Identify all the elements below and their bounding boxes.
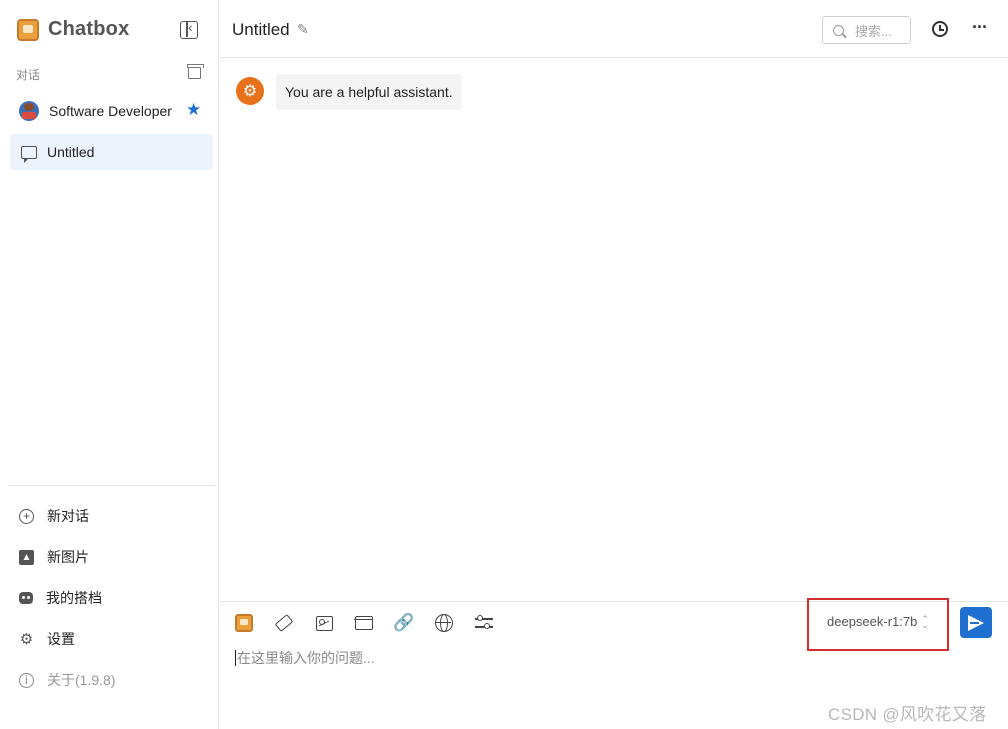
chat-bubble-icon [21, 145, 37, 163]
edit-title-icon[interactable]: ✎ [297, 21, 309, 38]
attach-link-button[interactable]: 🔗 [393, 613, 415, 633]
gear-icon: ⚙ [19, 630, 34, 648]
brand: Chatbox [17, 18, 129, 41]
app-name: Chatbox [48, 18, 130, 40]
search-input[interactable]: 搜索... [822, 16, 911, 44]
menu-label: 设置 [47, 631, 75, 647]
folder-icon [354, 616, 373, 630]
robot-icon [19, 592, 33, 604]
message-input-placeholder: 在这里输入你的问题... [237, 650, 375, 666]
chat-title: Untitled [232, 20, 290, 39]
chat-settings-button[interactable] [474, 613, 494, 633]
archive-icon[interactable] [187, 64, 204, 79]
menu-label: 新对话 [47, 508, 89, 524]
text-caret [235, 650, 236, 666]
image-plus-icon: ▲ [19, 549, 34, 565]
sidebar: Chatbox 对话 Software Developer ★ Untitled… [0, 0, 219, 729]
new-image-button[interactable]: ▲ 新图片 [19, 547, 89, 567]
system-message: You are a helpful assistant. [276, 74, 462, 110]
clear-context-button[interactable] [274, 613, 294, 633]
image-icon [315, 615, 333, 631]
eraser-icon [274, 614, 294, 632]
about-button[interactable]: i 关于(1.9.8) [19, 670, 115, 690]
settings-button[interactable]: ⚙ 设置 [19, 629, 75, 649]
attach-image-button[interactable] [314, 613, 334, 633]
my-copilots-button[interactable]: 我的搭档 [19, 588, 102, 608]
more-options-icon[interactable]: ··· [972, 17, 988, 38]
menu-label: 新图片 [47, 549, 89, 565]
web-browsing-button[interactable] [434, 613, 454, 633]
history-icon[interactable] [932, 21, 948, 37]
conversation-label: Software Developer [49, 103, 172, 119]
send-button[interactable] [960, 607, 992, 638]
attach-file-button[interactable] [354, 613, 374, 633]
settings-sliders-icon [475, 615, 493, 631]
menu-label: 关于(1.9.8) [47, 672, 116, 688]
conversations-section-label: 对话 [16, 68, 41, 82]
sidebar-divider [8, 485, 215, 486]
info-icon: i [19, 672, 34, 688]
search-icon [833, 24, 844, 36]
chatbox-logo-icon [17, 18, 39, 41]
chevron-updown-icon: ⌃ ⌄ [921, 613, 929, 630]
system-avatar-gear-icon: ⚙ [236, 77, 264, 105]
model-name: deepseek-r1:7b [827, 614, 918, 629]
conversation-label: Untitled [47, 144, 95, 160]
conversation-item-untitled[interactable]: Untitled [10, 134, 213, 170]
watermark: CSDN @风吹花又落 [828, 705, 987, 724]
collapse-sidebar-icon[interactable] [180, 19, 198, 39]
send-icon [968, 614, 984, 631]
model-selector[interactable]: deepseek-r1:7b ⌃ ⌄ [827, 614, 929, 629]
conversation-item-software-developer[interactable]: Software Developer ★ [10, 93, 213, 129]
plus-circle-icon: + [19, 508, 34, 524]
search-placeholder: 搜索... [855, 23, 892, 39]
message-input[interactable]: 在这里输入你的问题... [235, 648, 375, 668]
link-icon: 🔗 [393, 613, 415, 632]
star-icon[interactable]: ★ [186, 101, 201, 119]
globe-icon [435, 614, 453, 632]
developer-avatar [19, 101, 39, 121]
new-chat-button[interactable]: + 新对话 [19, 506, 89, 526]
chat-header: Untitled ✎ 搜索... ··· [220, 0, 1008, 58]
chatbox-logo-icon [235, 614, 253, 632]
menu-label: 我的搭档 [46, 590, 102, 606]
chatbox-logo-tool-button[interactable] [234, 613, 254, 633]
